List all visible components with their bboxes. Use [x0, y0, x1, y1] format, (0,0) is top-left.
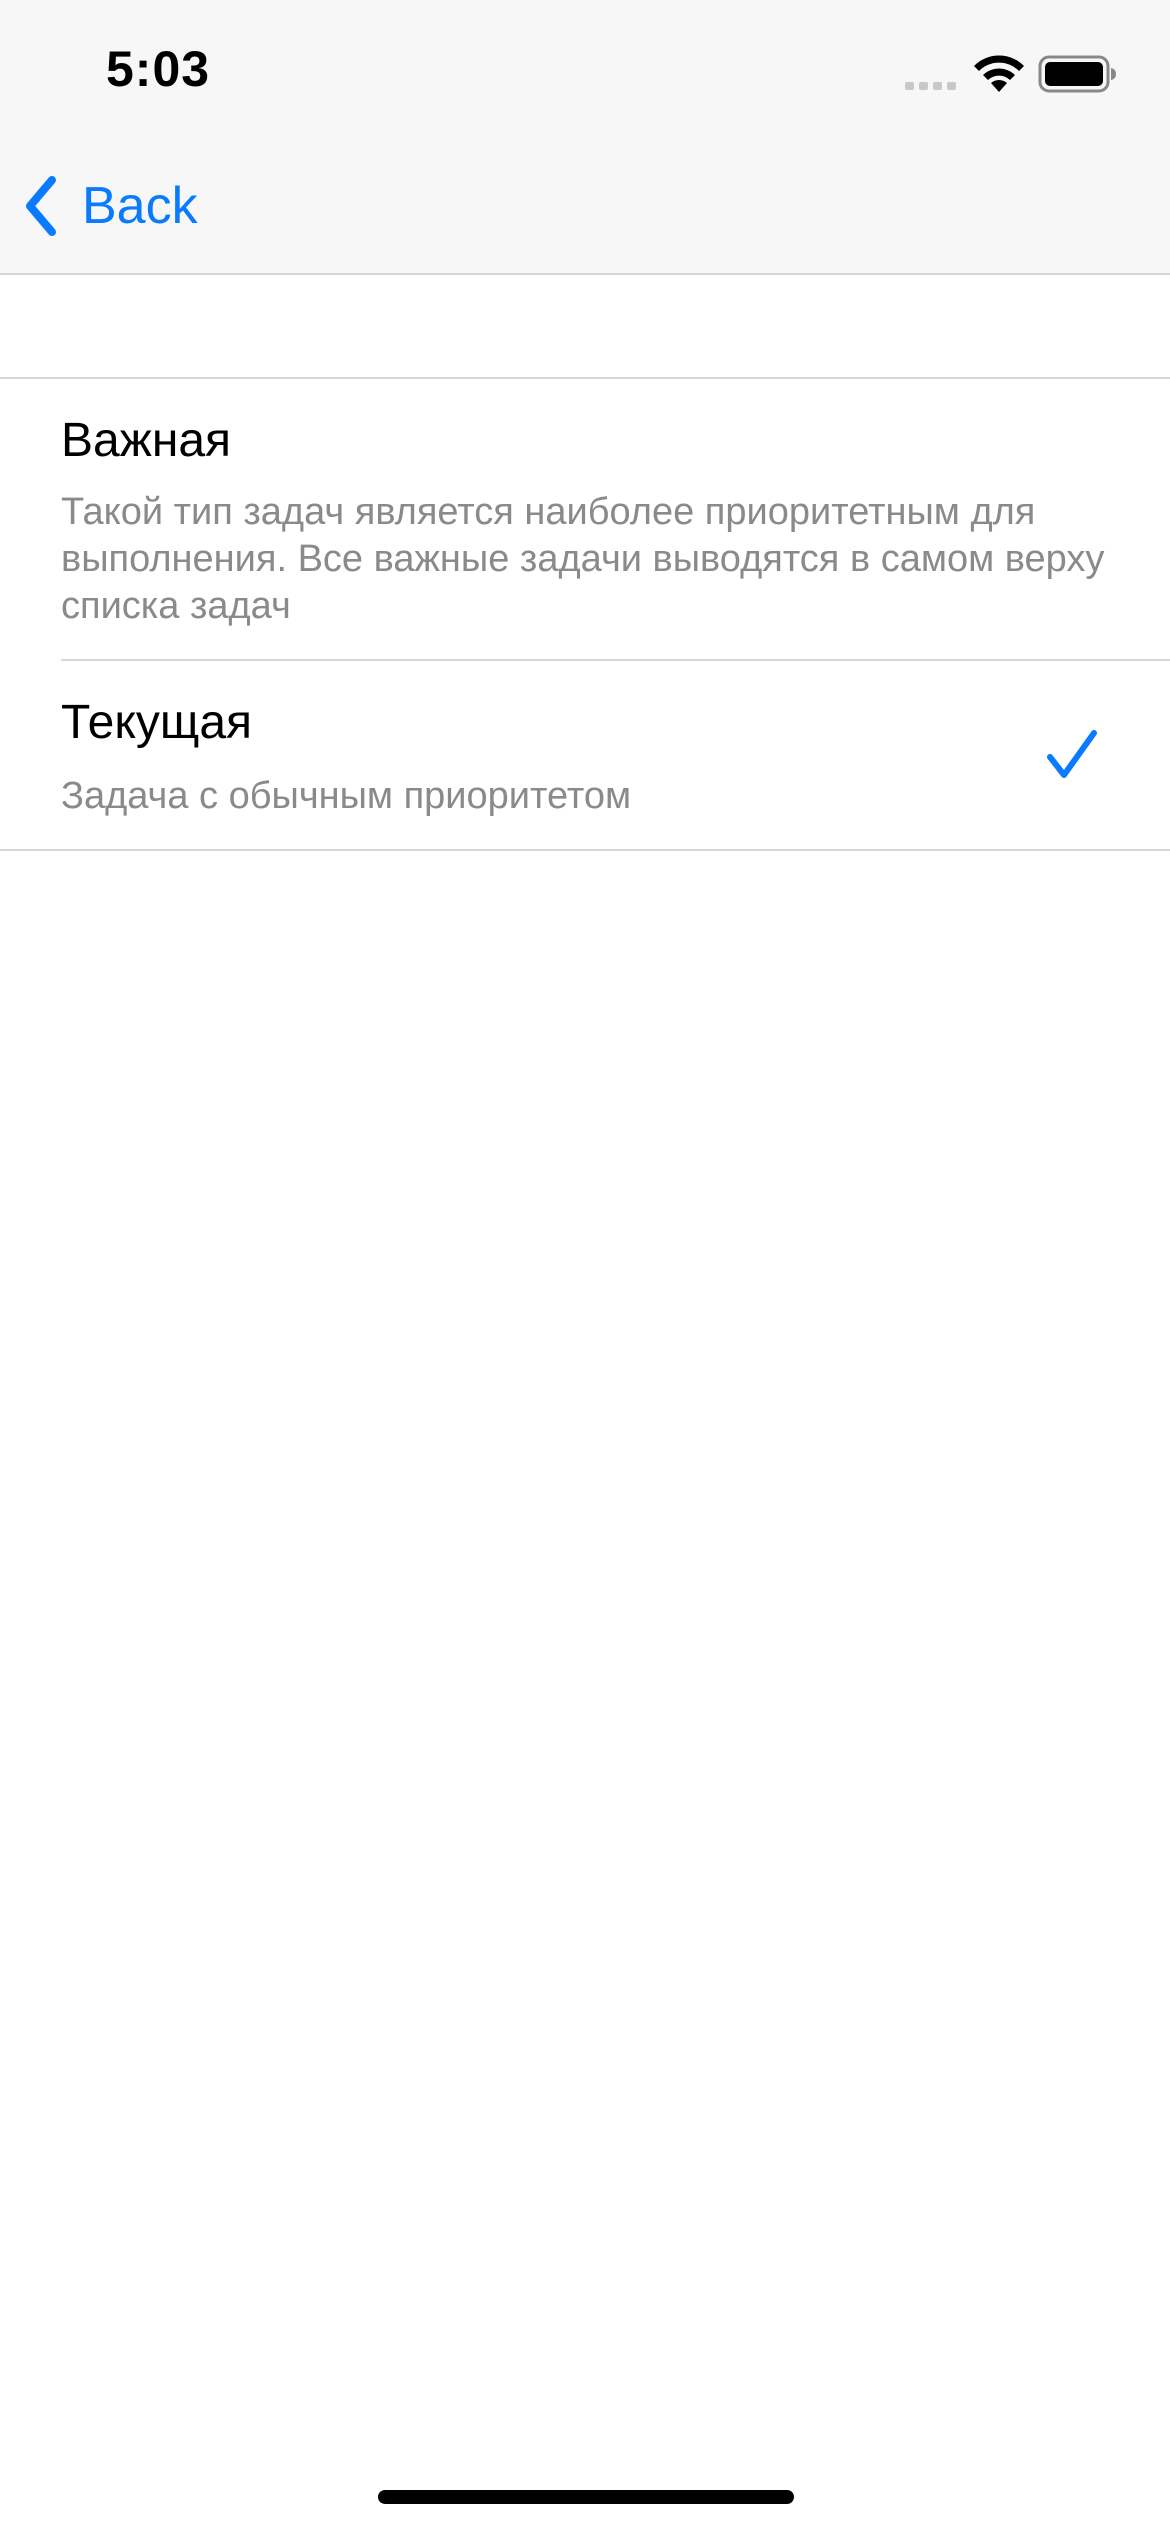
option-current[interactable]: Текущая Задача с обычным приоритетом	[0, 661, 1170, 849]
option-description: Задача с обычным приоритетом	[61, 775, 632, 817]
back-button[interactable]: Back	[22, 170, 198, 242]
chevron-left-icon	[26, 176, 56, 236]
option-important[interactable]: Важная Такой тип задач является наиболее…	[0, 379, 1170, 659]
wifi-icon	[974, 55, 1024, 92]
navigation-bar: 5:03 Back	[0, 0, 1170, 275]
home-indicator[interactable]	[378, 2490, 794, 2504]
option-title: Важная	[61, 414, 232, 467]
signal-icon	[905, 82, 956, 90]
section-separator	[0, 849, 1170, 851]
status-time: 5:03	[106, 41, 211, 97]
checkmark-icon	[1047, 730, 1097, 778]
option-description: Такой тип задач является наиболее приори…	[61, 491, 1105, 627]
back-label: Back	[82, 177, 198, 235]
option-title: Текущая	[61, 696, 253, 749]
battery-icon	[1038, 55, 1116, 93]
